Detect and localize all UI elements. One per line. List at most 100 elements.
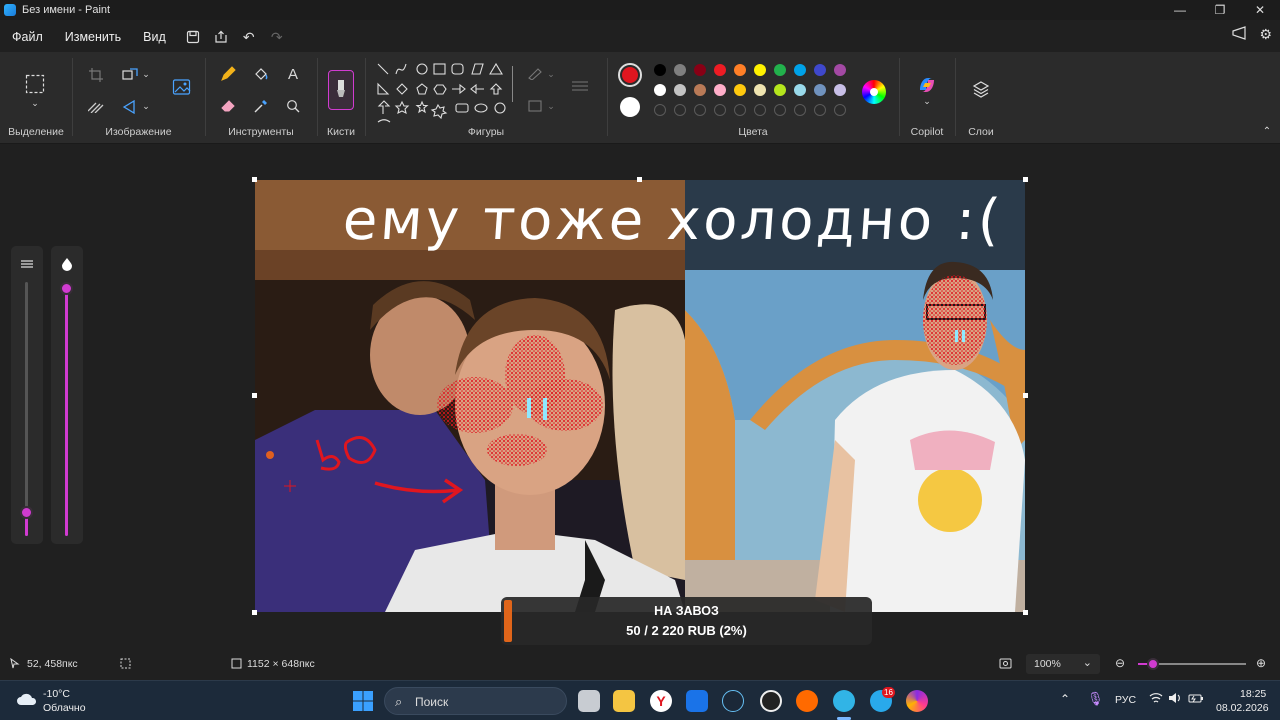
eraser-icon[interactable] [218,96,238,116]
yandex-browser-icon[interactable]: Y [650,690,672,712]
resize-handle[interactable] [252,177,257,182]
chevron-down-icon[interactable]: ⌄ [141,67,151,81]
resize-handle[interactable] [252,610,257,615]
custom-color-slot[interactable] [734,104,746,116]
weather-cloud-icon[interactable] [16,691,38,707]
menu-file[interactable]: Файл [12,30,43,44]
palette-color-swatch[interactable] [734,64,746,76]
paint-taskbar-icon[interactable] [833,690,855,712]
task-view-icon[interactable] [578,690,600,712]
custom-color-slot[interactable] [834,104,846,116]
battery-icon[interactable] [1188,691,1204,709]
crop-icon[interactable] [87,66,105,84]
shapes-scroll-indicator[interactable] [512,66,513,102]
store-app-icon[interactable] [686,690,708,712]
custom-color-slot[interactable] [654,104,666,116]
palette-color-swatch[interactable] [834,64,846,76]
palette-color-swatch[interactable] [694,84,706,96]
fill-icon[interactable] [526,98,544,114]
opacity-thumb[interactable] [60,282,73,295]
palette-color-swatch[interactable] [714,84,726,96]
palette-color-swatch[interactable] [834,84,846,96]
weather-description[interactable]: Облачно [43,702,86,714]
palette-color-swatch[interactable] [794,84,806,96]
custom-color-slot[interactable] [714,104,726,116]
palette-color-swatch[interactable] [774,84,786,96]
custom-color-slot[interactable] [794,104,806,116]
save-icon[interactable] [182,26,204,48]
custom-color-slot[interactable] [814,104,826,116]
color-picker-icon[interactable] [251,96,271,116]
undo-icon[interactable]: ↶ [238,26,260,48]
magnifier-icon[interactable] [283,96,303,116]
brush-size-track[interactable] [25,282,28,536]
primary-color-swatch[interactable] [618,63,642,87]
palette-color-swatch[interactable] [694,64,706,76]
brush-selector-button[interactable] [328,70,354,110]
remove-background-icon[interactable] [87,98,105,116]
outline-icon[interactable] [526,66,544,82]
palette-color-swatch[interactable] [674,84,686,96]
chevron-down-icon[interactable]: ⌄ [922,96,932,106]
menu-edit[interactable]: Изменить [65,30,121,44]
collapse-ribbon-icon[interactable]: ⌃ [1260,124,1274,138]
clock-time[interactable]: 18:25 [1240,688,1266,700]
copilot-icon[interactable] [916,74,938,96]
minimize-button[interactable]: — [1160,0,1200,20]
close-button[interactable]: ✕ [1240,0,1280,20]
brush-size-thumb[interactable] [20,506,33,519]
palette-color-swatch[interactable] [814,84,826,96]
opacity-track[interactable] [65,288,68,536]
edit-colors-icon[interactable] [862,80,886,104]
zoom-slider-thumb[interactable] [1147,658,1159,670]
palette-color-swatch[interactable] [654,64,666,76]
clock-date[interactable]: 08.02.2026 [1216,702,1269,714]
image-generator-icon[interactable] [171,76,193,98]
shape-style-icon[interactable] [570,76,590,96]
steam-icon[interactable] [722,690,744,712]
palette-color-swatch[interactable] [714,64,726,76]
custom-color-slot[interactable] [774,104,786,116]
share-icon[interactable] [210,26,232,48]
shapes-gallery[interactable] [374,60,514,126]
palette-color-swatch[interactable] [654,84,666,96]
app-icon[interactable] [906,690,928,712]
palette-color-swatch[interactable] [814,64,826,76]
zoom-out-icon[interactable]: ⊖ [1115,656,1125,670]
obs-studio-icon[interactable] [760,690,782,712]
drawing-canvas[interactable]: ему тоже холодно :( 50 [255,180,1025,612]
taskbar-search-box[interactable]: ⌕ Поиск [384,687,567,715]
resize-handle[interactable] [252,393,257,398]
resize-handle[interactable] [1023,177,1028,182]
pencil-icon[interactable] [218,64,238,84]
firefox-icon[interactable] [796,690,818,712]
rotate-icon[interactable] [121,98,139,116]
weather-temperature[interactable]: -10°C [43,688,70,700]
resize-handle[interactable] [1023,610,1028,615]
chevron-up-icon[interactable]: ⌃ [1060,692,1070,706]
fill-bucket-icon[interactable] [251,64,271,84]
resize-handle[interactable] [1023,393,1028,398]
palette-color-swatch[interactable] [734,84,746,96]
input-language[interactable]: РУС [1115,694,1136,706]
custom-color-slot[interactable] [674,104,686,116]
chevron-down-icon[interactable]: ⌄ [546,99,556,113]
wifi-icon[interactable] [1149,691,1163,709]
volume-icon[interactable] [1168,691,1182,709]
microphone-icon[interactable]: 🎙 [1087,691,1104,707]
resize-handle[interactable] [637,177,642,182]
resize-icon[interactable] [121,66,139,84]
text-tool-icon[interactable]: A [283,64,303,84]
start-windows-icon[interactable] [352,690,374,712]
secondary-color-swatch[interactable] [620,97,640,117]
selection-rectangle-icon[interactable] [25,74,45,94]
chevron-down-icon[interactable]: ⌄ [30,98,40,108]
zoom-in-icon[interactable]: ⊕ [1256,656,1266,670]
palette-color-swatch[interactable] [674,64,686,76]
fit-to-window-icon[interactable] [999,658,1012,672]
custom-color-slot[interactable] [694,104,706,116]
palette-color-swatch[interactable] [794,64,806,76]
palette-color-swatch[interactable] [774,64,786,76]
chevron-down-icon[interactable]: ⌄ [546,67,556,81]
custom-color-slot[interactable] [754,104,766,116]
